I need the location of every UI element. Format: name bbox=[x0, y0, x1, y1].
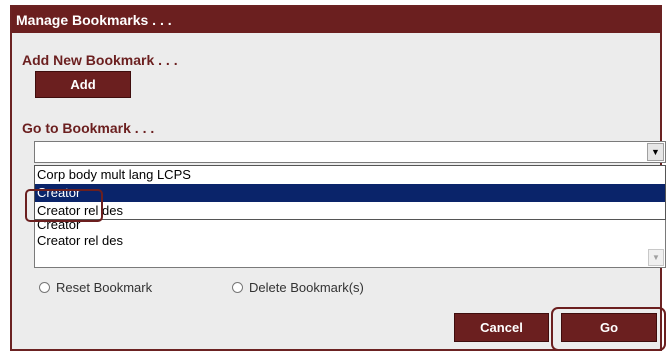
add-bookmark-label: Add New Bookmark . . . bbox=[22, 52, 178, 68]
add-button[interactable]: Add bbox=[35, 71, 131, 98]
delete-bookmark-option[interactable]: Delete Bookmark(s) bbox=[232, 280, 364, 295]
delete-radio-icon[interactable] bbox=[232, 282, 243, 294]
highlight-go-button bbox=[551, 307, 666, 351]
delete-bookmark-label: Delete Bookmark(s) bbox=[249, 280, 364, 295]
chevron-down-icon[interactable]: ▼ bbox=[647, 143, 664, 161]
reset-radio-icon[interactable] bbox=[39, 282, 50, 294]
scroll-down-icon[interactable]: ▼ bbox=[648, 249, 664, 266]
cancel-button[interactable]: Cancel bbox=[454, 313, 549, 342]
highlight-creator-option bbox=[25, 189, 103, 222]
manage-bookmarks-dialog: Manage Bookmarks . . . Add New Bookmark … bbox=[10, 5, 666, 351]
dropdown-option-selected[interactable]: Creator bbox=[35, 184, 665, 202]
dialog-title: Manage Bookmarks . . . bbox=[12, 7, 660, 33]
reset-bookmark-label: Reset Bookmark bbox=[56, 280, 153, 295]
dropdown-option[interactable]: Corp body mult lang LCPS bbox=[35, 166, 665, 184]
goto-bookmark-label: Go to Bookmark . . . bbox=[22, 120, 155, 136]
bookmark-select-value bbox=[35, 144, 38, 159]
list-item[interactable]: Creator rel des bbox=[35, 233, 665, 249]
bookmark-select[interactable]: ▼ bbox=[34, 141, 666, 163]
reset-bookmark-option[interactable]: Reset Bookmark bbox=[39, 280, 152, 295]
bookmark-dropdown-list[interactable]: Corp body mult lang LCPS Creator Creator… bbox=[34, 165, 666, 220]
dropdown-option[interactable]: Creator rel des bbox=[35, 202, 665, 219]
bookmark-listbox[interactable]: Creator Creator rel des ▼ bbox=[34, 216, 666, 268]
